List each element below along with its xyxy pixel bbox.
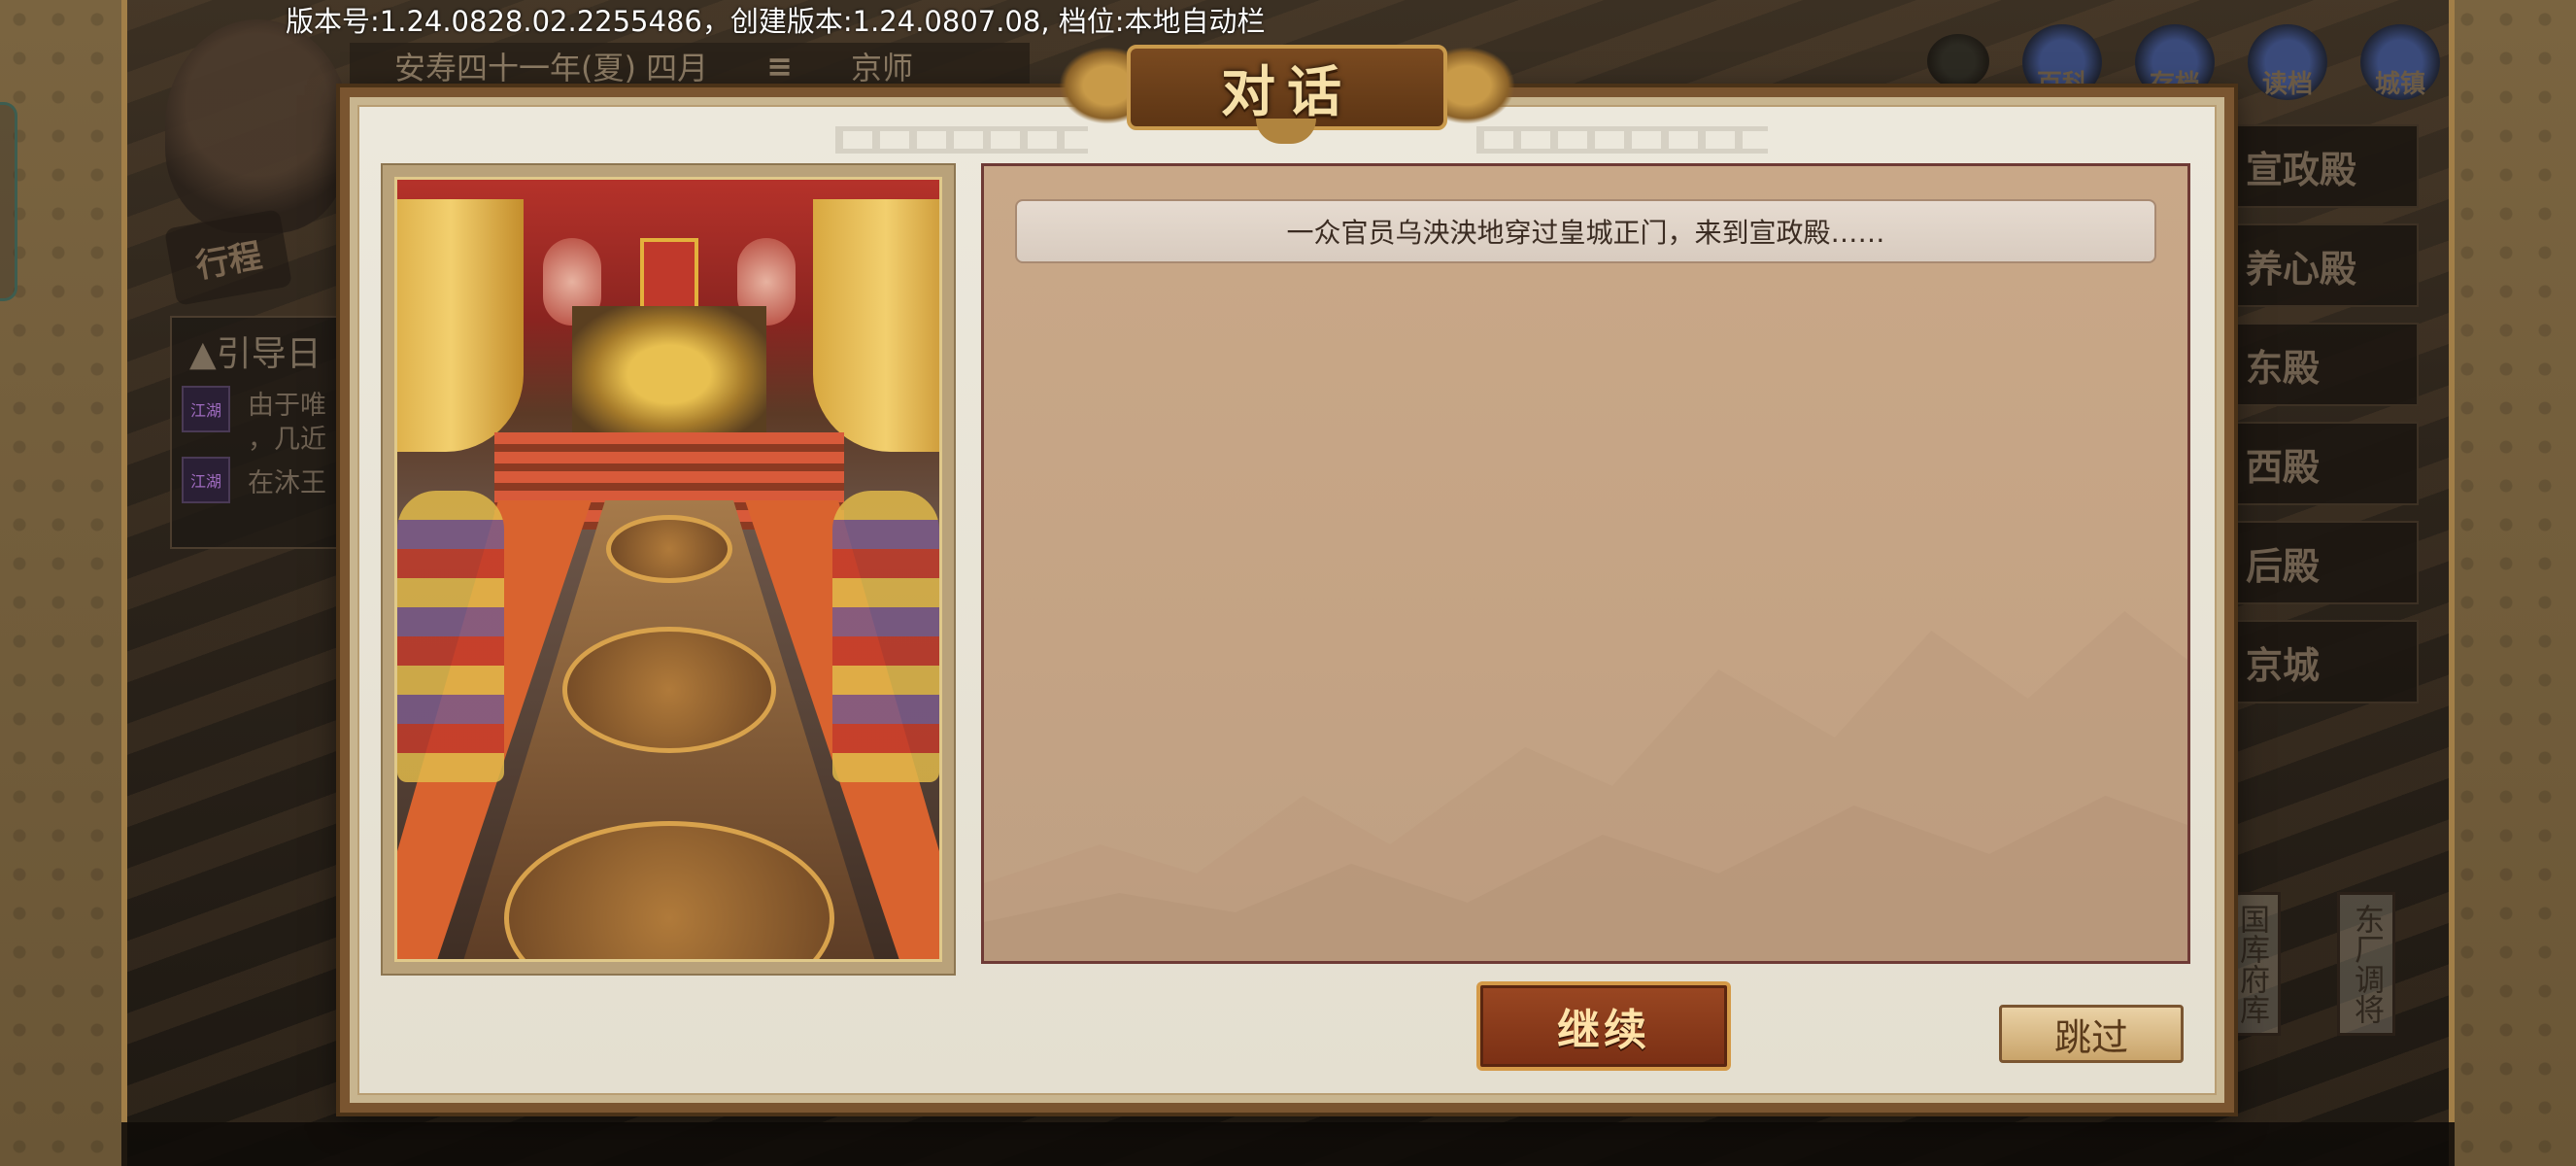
date-bar: 安寿四十一年(夏) 四月 ≡ 京师 bbox=[350, 43, 1030, 89]
guide-line: 由于唯 bbox=[248, 391, 326, 421]
curtain-left bbox=[397, 199, 524, 452]
curtain-right bbox=[813, 199, 939, 452]
date-label: 安寿四十一年(夏) 四月 bbox=[394, 50, 709, 86]
continue-button[interactable]: 继续 bbox=[1476, 981, 1731, 1071]
version-info: 版本号:1.24.0828.02.2255486，创建版本:1.24.0807.… bbox=[286, 5, 1266, 38]
nav-west-hall[interactable]: 西殿 bbox=[2224, 422, 2419, 505]
bottom-bar bbox=[121, 1122, 2455, 1166]
separator-icon: ≡ bbox=[766, 48, 793, 85]
scene-image-frame bbox=[381, 163, 956, 976]
throne-hall-scene-image bbox=[394, 177, 942, 962]
medal-ornament-icon bbox=[1256, 119, 1316, 144]
dialog-line-box: 一众官员乌泱泱地穿过皇城正门，来到宣政殿…… bbox=[1015, 199, 2156, 263]
nav-yangxin-hall[interactable]: 养心殿 bbox=[2224, 223, 2419, 307]
meander-ornament bbox=[835, 126, 1088, 154]
menu-icon[interactable] bbox=[1927, 34, 1989, 88]
meander-ornament bbox=[1476, 126, 1768, 154]
dialog-title: 对话 bbox=[1221, 59, 1353, 124]
east-factory-button[interactable]: 东厂调将 bbox=[2337, 892, 2395, 1036]
location-label: 京师 bbox=[850, 50, 913, 86]
guide-line: 在沐王 bbox=[248, 468, 326, 498]
side-drawer-handle[interactable] bbox=[0, 102, 17, 301]
guide-line: ，几近 bbox=[248, 425, 326, 455]
nav-rear-hall[interactable]: 后殿 bbox=[2224, 521, 2419, 604]
location-nav: 宣政殿 养心殿 东殿 西殿 后殿 京城 bbox=[2224, 124, 2419, 719]
officials-right bbox=[832, 491, 939, 782]
dragon-medallion bbox=[606, 515, 732, 583]
officials-left bbox=[397, 491, 504, 782]
nav-xuanzheng-hall[interactable]: 宣政殿 bbox=[2224, 124, 2419, 208]
dialog-title-plaque: 对话 bbox=[1059, 39, 1515, 146]
guide-entry-icon: 江湖 bbox=[182, 386, 230, 432]
nav-capital[interactable]: 京城 bbox=[2224, 620, 2419, 703]
guide-panel: ▲引导日 江湖 由于唯 ，几近 江湖 在沐王 bbox=[170, 316, 364, 549]
collapse-icon[interactable]: ▲ bbox=[189, 334, 217, 374]
guide-entry-icon: 江湖 bbox=[182, 457, 230, 503]
load-icon[interactable]: 读档 bbox=[2248, 24, 2327, 100]
dialog-line-text: 一众官员乌泱泱地穿过皇城正门，来到宣政殿…… bbox=[1286, 217, 1885, 249]
dragon-medallion bbox=[562, 627, 776, 753]
guide-title: ▲引导日 bbox=[189, 334, 322, 374]
dialog-text-panel: 一众官员乌泱泱地穿过皇城正门，来到宣政殿…… bbox=[981, 163, 2190, 964]
town-icon[interactable]: 城镇 bbox=[2360, 24, 2440, 100]
mountain-backdrop bbox=[984, 611, 2187, 961]
skip-button[interactable]: 跳过 bbox=[1999, 1005, 2184, 1063]
throne bbox=[572, 306, 766, 442]
nav-east-hall[interactable]: 东殿 bbox=[2224, 323, 2419, 406]
title-board: 对话 bbox=[1127, 45, 1447, 130]
player-avatar[interactable] bbox=[165, 19, 350, 233]
